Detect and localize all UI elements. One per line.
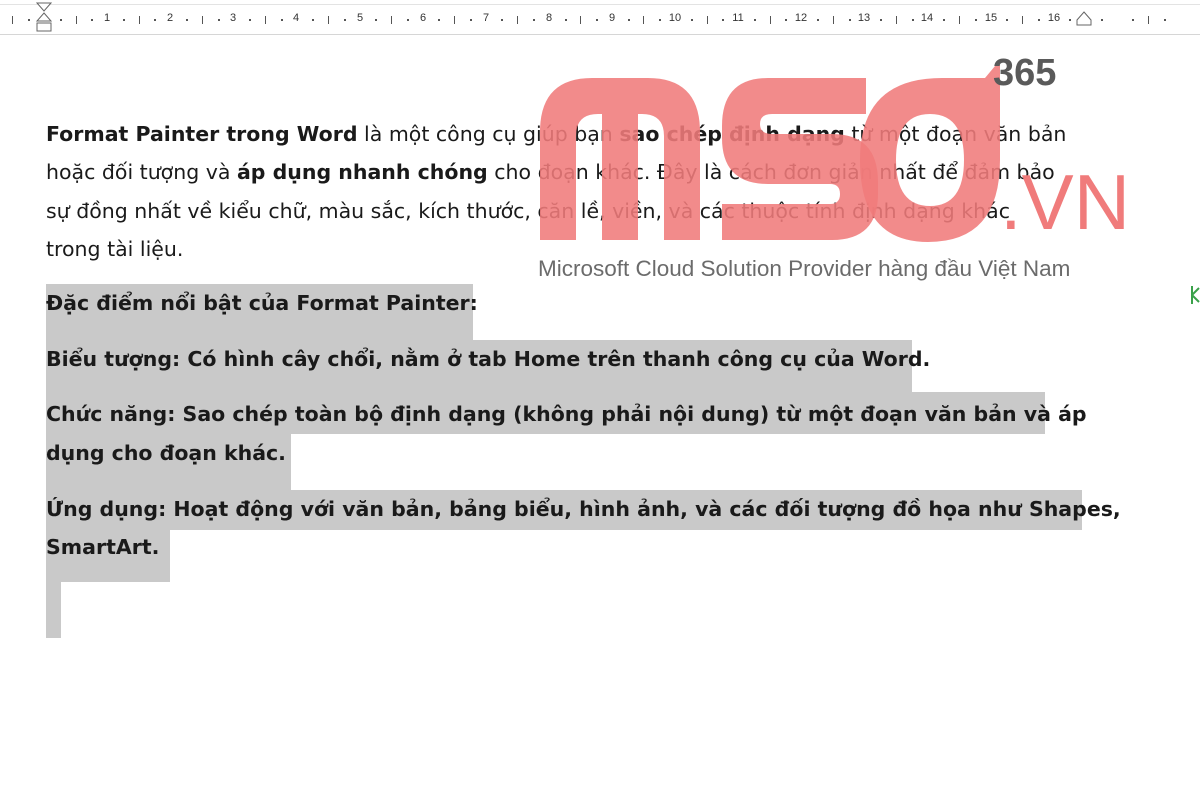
intro-text: từ một đoạn văn bản [844,122,1067,146]
intro-text: hoặc đối tượng và [46,160,237,184]
intro-text: là một công cụ giúp bạn [357,122,620,146]
document-page[interactable]: Format Painter trong Word là một công cụ… [0,0,1200,800]
selection-highlight [46,582,61,638]
intro-line-4: trong tài liệu. [46,237,184,261]
feature-function-line-2: dụng cho đoạn khác. [46,441,286,465]
intro-line-2: hoặc đối tượng và áp dụng nhanh chóng ch… [46,153,1055,191]
intro-term: Format Painter trong Word [46,122,358,146]
feature-function-line-1: Chức năng: Sao chép toàn bộ định dạng (k… [46,402,1087,426]
intro-line-1: Format Painter trong Word là một công cụ… [46,115,1066,153]
paste-options-icon[interactable] [1188,284,1200,306]
intro-bold: sao chép định dạng [619,122,845,146]
intro-line-3: sự đồng nhất về kiểu chữ, màu sắc, kích … [46,199,1010,223]
intro-text: cho đoạn khác. Đây là cách đơn giản nhất… [487,160,1055,184]
feature-usage-line-2: SmartArt. [46,535,160,559]
feature-icon-line: Biểu tượng: Có hình cây chổi, nằm ở tab … [46,347,931,371]
intro-bold: áp dụng nhanh chóng [236,160,488,184]
feature-heading: Đặc điểm nổi bật của Format Painter: [46,291,478,315]
feature-usage-line-1: Ứng dụng: Hoạt động với văn bản, bảng bi… [46,497,1121,521]
